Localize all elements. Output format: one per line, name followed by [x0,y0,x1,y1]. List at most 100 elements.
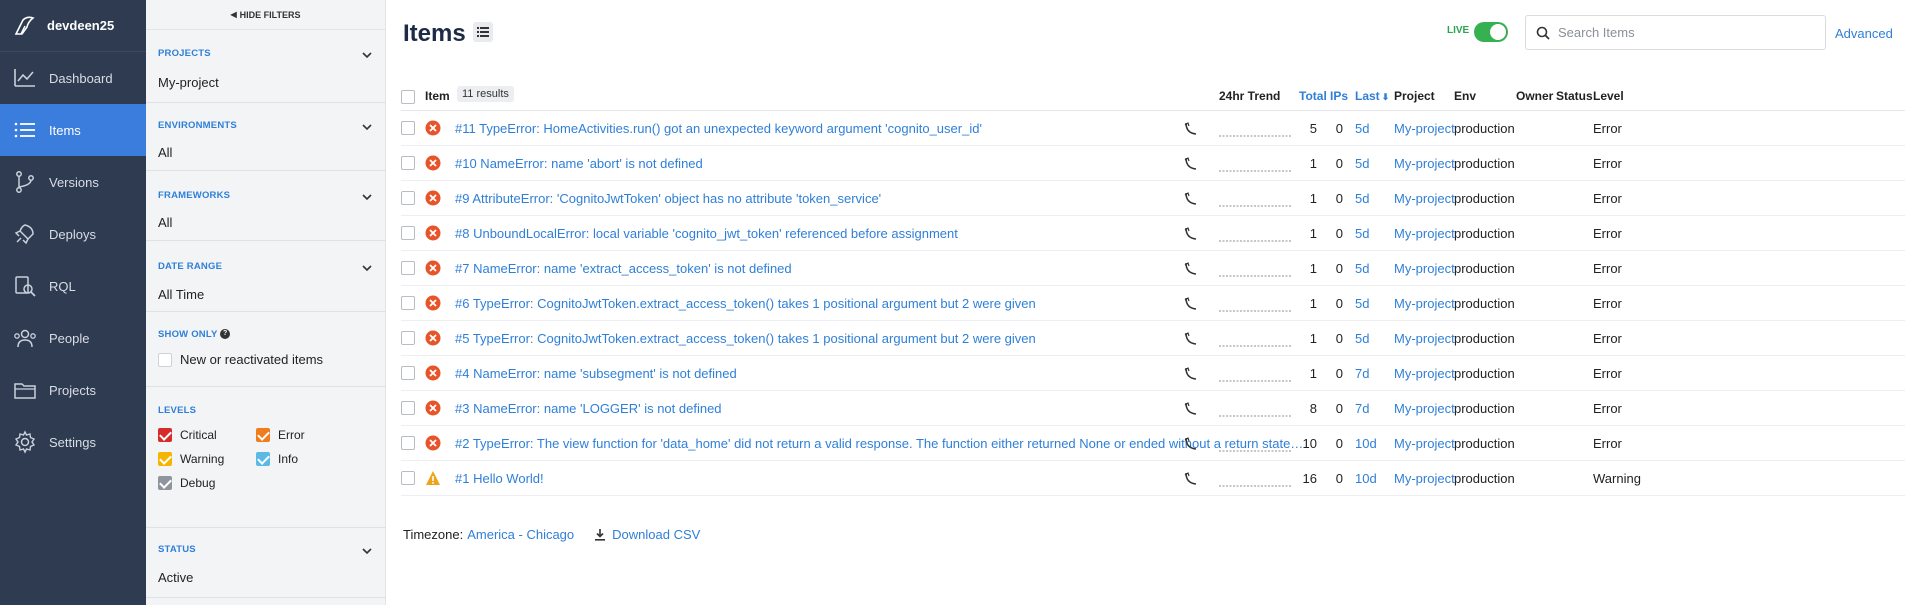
table-row[interactable]: #9 AttributeError: 'CognitoJwtToken' obj… [401,181,1905,216]
ips-count: 0 [1335,401,1343,416]
download-csv-link[interactable]: Download CSV [594,527,700,542]
table-row[interactable]: #10 NameError: name 'abort' is not defin… [401,146,1905,181]
level-error-checkbox[interactable]: Error [256,428,305,442]
select-all-checkbox[interactable] [401,90,415,104]
nav-item-deploys[interactable]: Deploys [0,208,146,260]
project-link[interactable]: My-project [1394,436,1455,451]
item-title-link[interactable]: #1 Hello World! [455,471,544,486]
table-row[interactable]: #6 TypeError: CognitoJwtToken.extract_ac… [401,286,1905,321]
account-switcher[interactable]: devdeen25 [0,0,146,52]
last-seen-link[interactable]: 7d [1355,366,1369,381]
ips-count: 0 [1335,366,1343,381]
last-seen-link[interactable]: 5d [1355,296,1369,311]
table-row[interactable]: #5 TypeError: CognitoJwtToken.extract_ac… [401,321,1905,356]
row-checkbox[interactable] [401,331,415,345]
item-title-link[interactable]: #7 NameError: name 'extract_access_token… [455,261,792,276]
frameworks-filter[interactable]: FRAMEWORKS All [146,171,386,241]
last-seen-link[interactable]: 5d [1355,191,1369,206]
table-row[interactable]: #3 NameError: name 'LOGGER' is not defin… [401,391,1905,426]
row-checkbox[interactable] [401,261,415,275]
item-title-link[interactable]: #11 TypeError: HomeActivities.run() got … [455,121,982,136]
error-icon [425,435,441,451]
search-box[interactable] [1525,15,1826,50]
row-checkbox[interactable] [401,471,415,485]
nav-item-versions[interactable]: Versions [0,156,146,208]
level-info-checkbox[interactable]: Info [256,452,298,466]
project-link[interactable]: My-project [1394,156,1455,171]
hide-filters-button[interactable]: ◀ HIDE FILTERS [146,0,385,30]
projects-filter[interactable]: PROJECTS My-project [146,30,386,103]
level-debug-checkbox[interactable]: Debug [158,476,215,490]
advanced-search-link[interactable]: Advanced [1835,26,1893,41]
last-seen-link[interactable]: 10d [1355,471,1377,486]
level-value: Error [1593,156,1622,171]
row-checkbox[interactable] [401,121,415,135]
item-title-link[interactable]: #6 TypeError: CognitoJwtToken.extract_ac… [455,296,1036,311]
row-checkbox[interactable] [401,191,415,205]
status-filter[interactable]: STATUS Active [146,528,386,598]
project-link[interactable]: My-project [1394,261,1455,276]
page-title: Items [403,20,466,47]
chevron-down-icon [362,548,372,555]
item-title-link[interactable]: #9 AttributeError: 'CognitoJwtToken' obj… [455,191,881,206]
level-warning-checkbox[interactable]: Warning [158,452,224,466]
checkbox[interactable] [158,352,172,367]
last-seen-link[interactable]: 7d [1355,401,1369,416]
level-critical-checkbox[interactable]: Critical [158,428,217,442]
project-link[interactable]: My-project [1394,296,1455,311]
new-reactivated-checkbox[interactable]: New or reactivated items [158,352,323,367]
item-title-link[interactable]: #3 NameError: name 'LOGGER' is not defin… [455,401,722,416]
last-seen-link[interactable]: 5d [1355,121,1369,136]
checkbox[interactable] [158,476,172,490]
nav-item-rql[interactable]: RQL [0,260,146,312]
project-link[interactable]: My-project [1394,401,1455,416]
environments-filter[interactable]: ENVIRONMENTS All [146,103,386,171]
project-link[interactable]: My-project [1394,471,1455,486]
timezone-link[interactable]: America - Chicago [467,527,574,542]
project-link[interactable]: My-project [1394,191,1455,206]
last-seen-link[interactable]: 10d [1355,436,1377,451]
nav-item-people[interactable]: People [0,312,146,364]
date-range-filter-title: DATE RANGE [158,261,223,272]
col-total[interactable]: Total [1299,89,1327,103]
row-checkbox[interactable] [401,296,415,310]
table-row[interactable]: #2 TypeError: The view function for 'dat… [401,426,1905,461]
item-title-link[interactable]: #10 NameError: name 'abort' is not defin… [455,156,703,171]
project-link[interactable]: My-project [1394,366,1455,381]
date-range-filter[interactable]: DATE RANGE All Time [146,241,386,312]
table-row[interactable]: #8 UnboundLocalError: local variable 'co… [401,216,1905,251]
last-seen-link[interactable]: 5d [1355,156,1369,171]
table-row[interactable]: #7 NameError: name 'extract_access_token… [401,251,1905,286]
row-checkbox[interactable] [401,436,415,450]
project-link[interactable]: My-project [1394,121,1455,136]
last-seen-link[interactable]: 5d [1355,331,1369,346]
table-row[interactable]: #11 TypeError: HomeActivities.run() got … [401,111,1905,146]
project-link[interactable]: My-project [1394,226,1455,241]
checkbox[interactable] [256,452,270,466]
table-row[interactable]: #4 NameError: name 'subsegment' is not d… [401,356,1905,391]
nav-item-projects[interactable]: Projects [0,364,146,416]
row-checkbox[interactable] [401,366,415,380]
project-link[interactable]: My-project [1394,331,1455,346]
col-last[interactable]: Last ⬇ [1355,89,1389,103]
item-title-link[interactable]: #5 TypeError: CognitoJwtToken.extract_ac… [455,331,1036,346]
nav-item-items[interactable]: Items [0,104,146,156]
checkbox[interactable] [158,452,172,466]
item-title-link[interactable]: #2 TypeError: The view function for 'dat… [455,436,1303,451]
row-checkbox[interactable] [401,226,415,240]
list-view-button[interactable] [473,22,493,42]
item-title-link[interactable]: #8 UnboundLocalError: local variable 'co… [455,226,958,241]
table-row[interactable]: #1 Hello World! 16 0 10d My-project productio… [401,461,1905,496]
last-seen-link[interactable]: 5d [1355,261,1369,276]
last-seen-link[interactable]: 5d [1355,226,1369,241]
nav-item-settings[interactable]: Settings [0,416,146,468]
row-checkbox[interactable] [401,156,415,170]
nav-item-dashboard[interactable]: Dashboard [0,52,146,104]
search-input[interactable] [1558,25,1808,40]
col-ips[interactable]: IPs [1330,89,1348,103]
checkbox[interactable] [158,428,172,442]
live-toggle[interactable] [1474,22,1508,42]
checkbox[interactable] [256,428,270,442]
row-checkbox[interactable] [401,401,415,415]
item-title-link[interactable]: #4 NameError: name 'subsegment' is not d… [455,366,737,381]
